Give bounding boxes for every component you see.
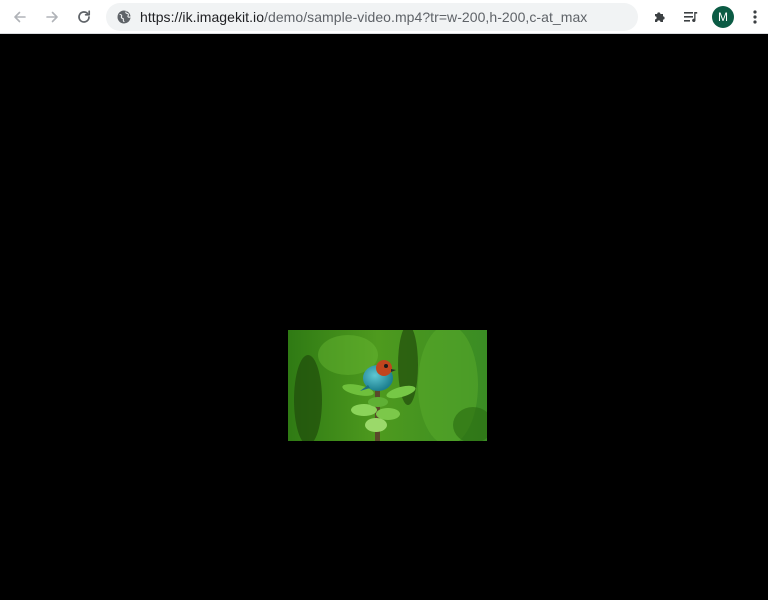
media-control-icon [684, 12, 698, 23]
puzzle-piece-icon [655, 12, 665, 22]
three-dot-menu-icon [753, 10, 757, 24]
url-host: https://ik.imagekit.io [140, 9, 265, 25]
browser-menu-button[interactable] [741, 3, 768, 31]
reload-button[interactable] [70, 3, 98, 31]
arrow-left-icon [14, 11, 26, 23]
back-button[interactable] [6, 3, 34, 31]
browser-toolbar: https://ik.imagekit.io/demo/sample-video… [0, 0, 768, 34]
address-bar[interactable]: https://ik.imagekit.io/demo/sample-video… [106, 3, 638, 31]
video-player[interactable] [288, 330, 487, 441]
media-control-button[interactable] [677, 3, 705, 31]
extensions-button[interactable] [646, 3, 674, 31]
forward-button[interactable] [38, 3, 66, 31]
page-viewport [0, 34, 768, 600]
globe-icon[interactable] [116, 9, 132, 25]
profile-avatar[interactable]: M [712, 6, 734, 28]
url-text[interactable]: https://ik.imagekit.io/demo/sample-video… [140, 9, 587, 25]
reload-icon [78, 10, 91, 23]
video-frame [288, 330, 487, 441]
arrow-right-icon [46, 11, 58, 23]
url-path: /demo/sample-video.mp4?tr=w-200,h-200,c-… [264, 9, 588, 25]
